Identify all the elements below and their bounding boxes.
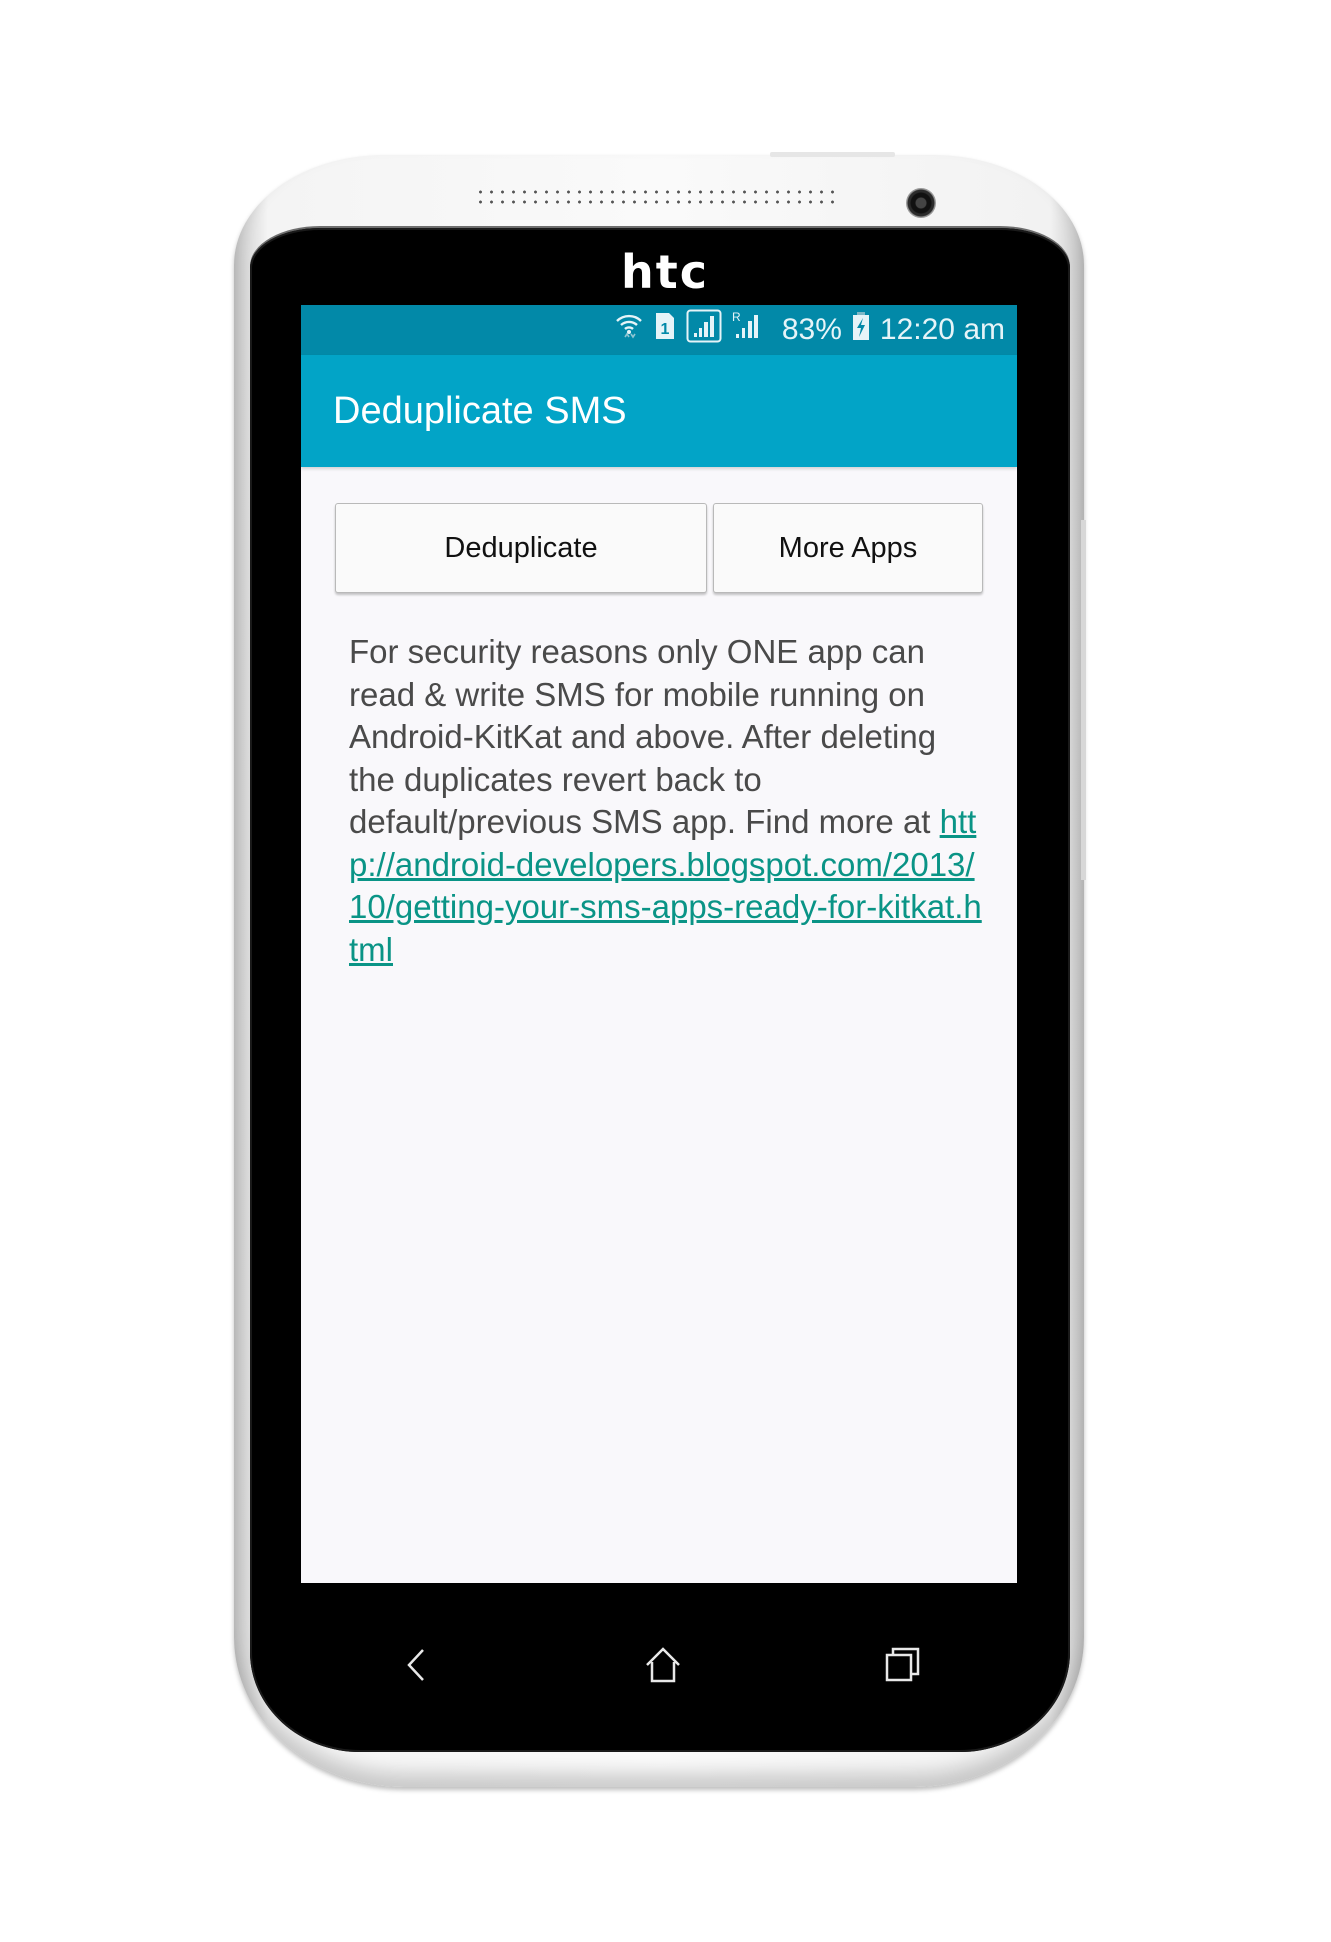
info-text: For security reasons only ONE app can re…	[349, 633, 940, 840]
wifi-icon	[614, 309, 644, 351]
front-camera	[906, 188, 936, 218]
app-bar: Deduplicate SMS	[301, 355, 1017, 467]
home-button[interactable]	[638, 1640, 688, 1690]
battery-percent: 83%	[781, 313, 842, 346]
power-button	[770, 152, 895, 157]
status-bar: 1 R 83% 12:20 am	[301, 305, 1017, 355]
app-screen: 1 R 83% 12:20 am Deduplicate SMS Dedupli…	[301, 305, 1017, 1583]
brand-logo: htc	[620, 245, 709, 299]
navigation-bar	[301, 1620, 1017, 1710]
sim-1-icon: 1	[654, 311, 676, 349]
roaming-signal-icon: R	[732, 309, 762, 351]
more-apps-button[interactable]: More Apps	[713, 503, 983, 593]
signal-icon	[686, 309, 722, 351]
deduplicate-button[interactable]: Deduplicate	[335, 503, 707, 593]
home-icon	[646, 1647, 680, 1683]
info-message: For security reasons only ONE app can re…	[349, 631, 989, 971]
battery-charging-icon	[852, 311, 870, 349]
volume-button	[1081, 520, 1086, 880]
recents-icon	[885, 1647, 920, 1682]
recents-button[interactable]	[878, 1640, 928, 1690]
svg-text:1: 1	[660, 321, 669, 338]
earpiece-speaker	[475, 187, 840, 207]
back-icon	[407, 1649, 424, 1681]
svg-text:R: R	[732, 310, 741, 324]
back-button[interactable]	[391, 1640, 441, 1690]
clock: 12:20 am	[879, 313, 1005, 346]
app-title: Deduplicate SMS	[333, 390, 627, 432]
